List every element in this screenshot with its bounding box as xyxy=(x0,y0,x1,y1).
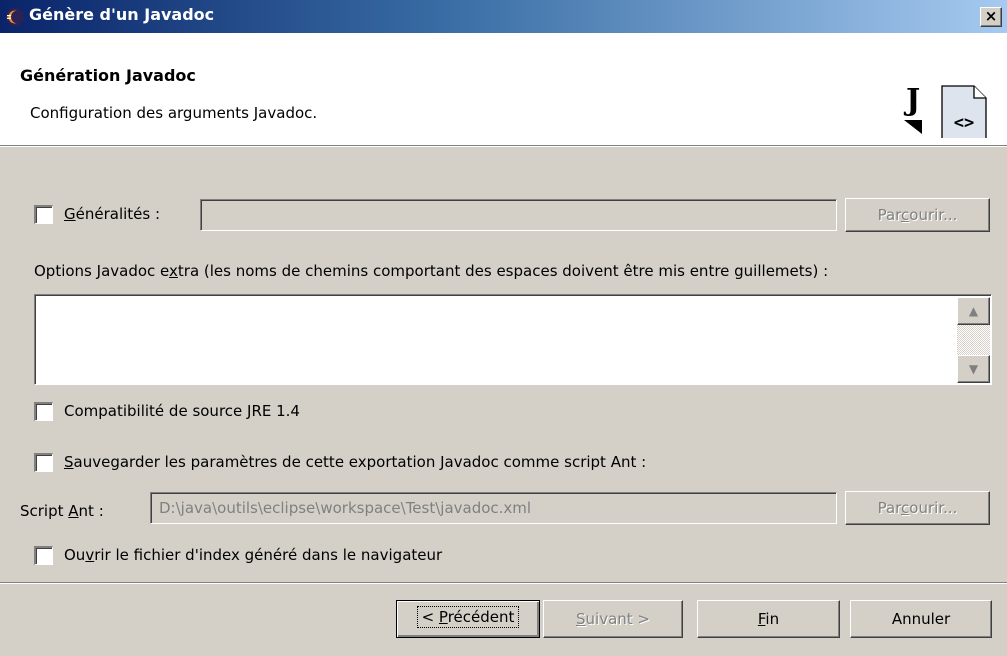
open-index-label: Ouvrir le fichier d'index généré dans le… xyxy=(64,546,442,564)
back-button-focus: < Précédent xyxy=(416,606,520,628)
back-accel: P xyxy=(438,608,448,626)
ant-browse-button[interactable]: Parcourir... xyxy=(845,491,990,525)
open-index-label-accel: v xyxy=(85,546,95,564)
back-pre: < xyxy=(421,608,439,626)
javadoc-logo-symbol: <> xyxy=(954,113,974,133)
next-button[interactable]: Suivant > xyxy=(543,600,683,638)
back-post: récédent xyxy=(447,608,515,626)
jre14-checkbox[interactable] xyxy=(34,402,53,421)
extra-options-label-pre: Options Javadoc e xyxy=(34,262,170,280)
ant-script-label: Script Ant : xyxy=(20,502,104,520)
ant-script-label-post: nt : xyxy=(78,502,104,520)
eclipse-icon xyxy=(6,8,24,26)
general-browse-button[interactable]: Parcourir... xyxy=(845,198,990,232)
extra-options-textarea[interactable] xyxy=(34,294,992,385)
save-ant-label-rest: auvegarder les paramètres de cette expor… xyxy=(73,453,647,471)
close-button[interactable]: × xyxy=(980,7,1002,27)
scroll-up-button[interactable]: ▲ xyxy=(957,297,990,325)
close-icon: × xyxy=(984,7,998,25)
javadoc-wizard-icon: J <> xyxy=(903,83,987,138)
cancel-button[interactable]: Annuler xyxy=(850,600,992,638)
jre14-label: Compatibilité de source JRE 1.4 xyxy=(64,402,300,420)
general-label-accel: G xyxy=(64,205,76,223)
save-ant-checkbox[interactable] xyxy=(34,453,53,472)
save-ant-label-accel: S xyxy=(64,453,74,471)
wizard-header xyxy=(0,33,1007,145)
general-browse-pre: Par xyxy=(877,206,902,224)
extra-options-scrollbar[interactable]: ▲ ▼ xyxy=(957,297,990,383)
window-title: Génère d'un Javadoc xyxy=(29,5,215,24)
open-index-label-pre: Ou xyxy=(64,546,86,564)
header-separator-highlight xyxy=(0,146,1007,147)
page-title: Génération Javadoc xyxy=(20,66,196,85)
back-button[interactable]: < Précédent xyxy=(396,600,540,638)
ant-browse-post: ourir... xyxy=(909,499,958,517)
open-index-label-post: rir le fichier d'index généré dans le na… xyxy=(94,546,443,564)
ant-script-value: D:\java\outils\eclipse\workspace\Test\ja… xyxy=(159,499,532,517)
extra-options-label-post: tra (les noms de chemins comportant des … xyxy=(177,262,829,280)
general-field[interactable] xyxy=(200,199,837,231)
ant-script-label-accel: A xyxy=(68,502,79,520)
general-browse-post: ourir... xyxy=(909,206,958,224)
finish-post: in xyxy=(765,610,780,628)
page-description: Configuration des arguments Javadoc. xyxy=(30,104,318,122)
extra-options-label: Options Javadoc extra (les noms de chemi… xyxy=(34,262,828,280)
finish-button[interactable]: Fin xyxy=(697,600,840,638)
extra-options-label-accel: x xyxy=(169,262,178,280)
general-checkbox[interactable] xyxy=(34,205,53,224)
ant-script-label-pre: Script xyxy=(20,502,69,520)
ant-script-field[interactable]: D:\java\outils\eclipse\workspace\Test\ja… xyxy=(150,492,837,524)
general-label: Généralités : xyxy=(64,205,160,223)
scroll-down-button[interactable]: ▼ xyxy=(957,355,990,383)
scroll-down-icon: ▼ xyxy=(968,362,979,376)
open-index-checkbox[interactable] xyxy=(34,546,53,565)
next-post: uivant > xyxy=(585,610,650,628)
save-ant-label: Sauvegarder les paramètres de cette expo… xyxy=(64,453,646,471)
next-accel: S xyxy=(576,610,586,628)
general-field-value xyxy=(201,200,836,206)
general-label-rest: énéralités : xyxy=(75,205,161,223)
scroll-up-icon: ▲ xyxy=(968,304,979,318)
ant-browse-pre: Par xyxy=(877,499,902,517)
javadoc-logo-letter: J xyxy=(903,83,920,118)
footer-separator-highlight xyxy=(0,583,1007,584)
